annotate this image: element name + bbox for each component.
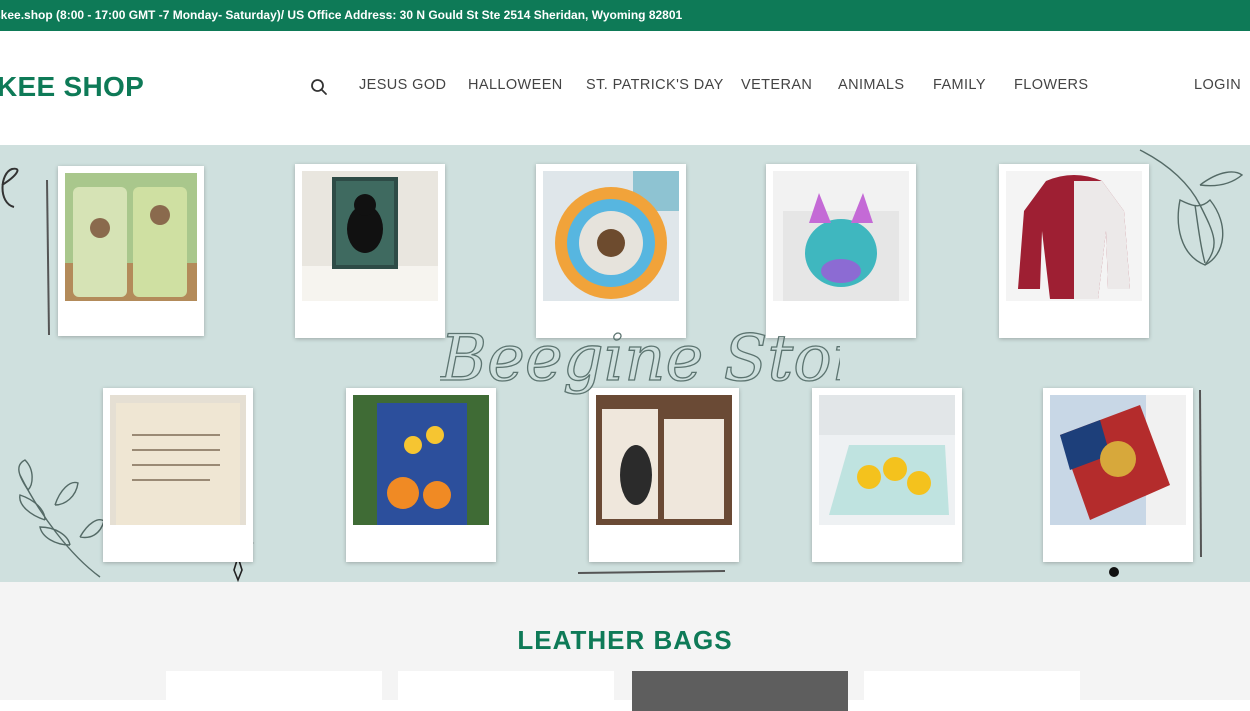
script-letter-e <box>1 167 19 208</box>
product-image-bulldog-bedding <box>773 171 909 301</box>
nav-item-st-patricks-day[interactable]: ST. PATRICK'S DAY <box>586 77 724 93</box>
sketch-line-bottom <box>577 570 726 574</box>
product-image-sunflower-rug <box>543 171 679 301</box>
product-polaroid[interactable] <box>295 164 445 338</box>
svg-text:Beegine Store: Beegine Store <box>440 322 840 396</box>
sketch-line-left <box>46 179 50 336</box>
product-card[interactable] <box>632 671 848 711</box>
tulip-sketch <box>1139 149 1244 266</box>
hero-banner[interactable]: Beegine Store <box>0 145 1250 582</box>
section-title: LEATHER BAGS <box>517 625 733 655</box>
product-card[interactable] <box>166 671 382 711</box>
site-header: KEE SHOP JESUS GOD HALLOWEEN ST. PATRICK… <box>0 31 1250 144</box>
product-image-sloth-tumbler <box>65 173 197 301</box>
black-dot <box>1109 567 1119 577</box>
product-image-marine-family-flag <box>1050 395 1186 525</box>
product-polaroid[interactable] <box>58 166 204 336</box>
product-card[interactable] <box>864 671 1080 711</box>
login-link[interactable]: LOGIN <box>1194 77 1241 93</box>
announcement-text: skee.shop (8:00 - 17:00 GMT -7 Monday- S… <box>0 8 683 22</box>
nav-item-animals[interactable]: ANIMALS <box>838 77 904 93</box>
nav-item-halloween[interactable]: HALLOWEEN <box>468 77 563 93</box>
nav-item-flowers[interactable]: FLOWERS <box>1014 77 1089 93</box>
product-polaroid[interactable] <box>103 388 253 562</box>
sketch-line-right <box>1199 389 1202 558</box>
leaf-branch-sketch <box>18 459 105 578</box>
nav-item-jesus-god[interactable]: JESUS GOD <box>359 77 446 93</box>
product-image-hoodie <box>1006 171 1142 301</box>
product-image-letter-blanket <box>110 395 246 525</box>
nav-item-family[interactable]: FAMILY <box>933 77 986 93</box>
announcement-bar: skee.shop (8:00 - 17:00 GMT -7 Monday- S… <box>0 0 1250 31</box>
search-icon[interactable] <box>310 78 328 96</box>
product-card[interactable] <box>398 671 614 711</box>
leather-bags-section: LEATHER BAGS <box>0 582 1250 711</box>
product-image-black-cat-poster <box>302 171 438 301</box>
product-polaroid[interactable] <box>1043 388 1193 562</box>
store-script-title: Beegine Store <box>440 321 840 396</box>
site-logo[interactable]: KEE SHOP <box>0 71 144 103</box>
nav-item-veteran[interactable]: VETERAN <box>741 77 812 93</box>
product-polaroid[interactable] <box>999 164 1149 338</box>
